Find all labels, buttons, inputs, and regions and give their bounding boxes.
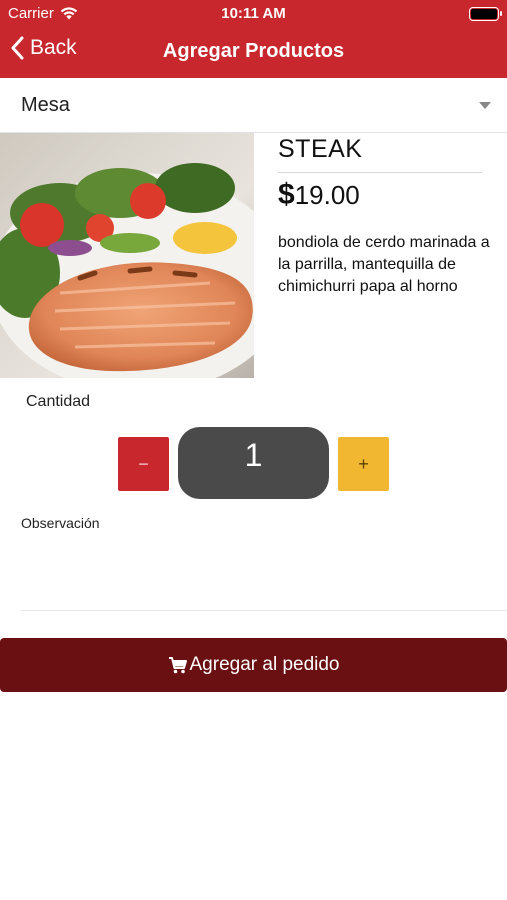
mesa-label: Mesa — [21, 94, 70, 116]
product-name: STEAK — [278, 135, 363, 163]
observation-field[interactable] — [21, 537, 507, 611]
add-to-order-button[interactable]: Agregar al pedido — [0, 638, 507, 692]
back-label: Back — [30, 36, 77, 59]
name-divider — [278, 172, 482, 173]
status-bar: Carrier 10:11 AM — [0, 0, 507, 28]
price-value: 19.00 — [294, 180, 360, 210]
product-image — [0, 133, 254, 378]
product-price: $19.00 — [278, 178, 360, 212]
currency-symbol: $ — [278, 178, 295, 211]
observation-label: Observación — [21, 515, 100, 531]
increase-quantity-button[interactable]: + — [338, 437, 389, 491]
status-time: 10:11 AM — [221, 5, 286, 22]
mesa-dropdown[interactable]: Mesa — [0, 79, 507, 133]
quantity-label: Cantidad — [26, 393, 91, 410]
quantity-value: 1 — [178, 427, 329, 499]
chevron-left-icon — [11, 36, 24, 60]
product-description: bondiola de cerdo marinada a la parrilla… — [278, 234, 490, 295]
battery-icon — [469, 7, 502, 21]
back-button[interactable]: Back — [10, 36, 77, 60]
add-to-order-label: Agregar al pedido — [189, 654, 340, 675]
navigation-bar: Back Agregar Productos — [0, 28, 507, 78]
decrease-quantity-button[interactable]: − — [118, 437, 169, 491]
caret-down-icon — [479, 102, 491, 109]
cart-icon — [168, 657, 187, 674]
